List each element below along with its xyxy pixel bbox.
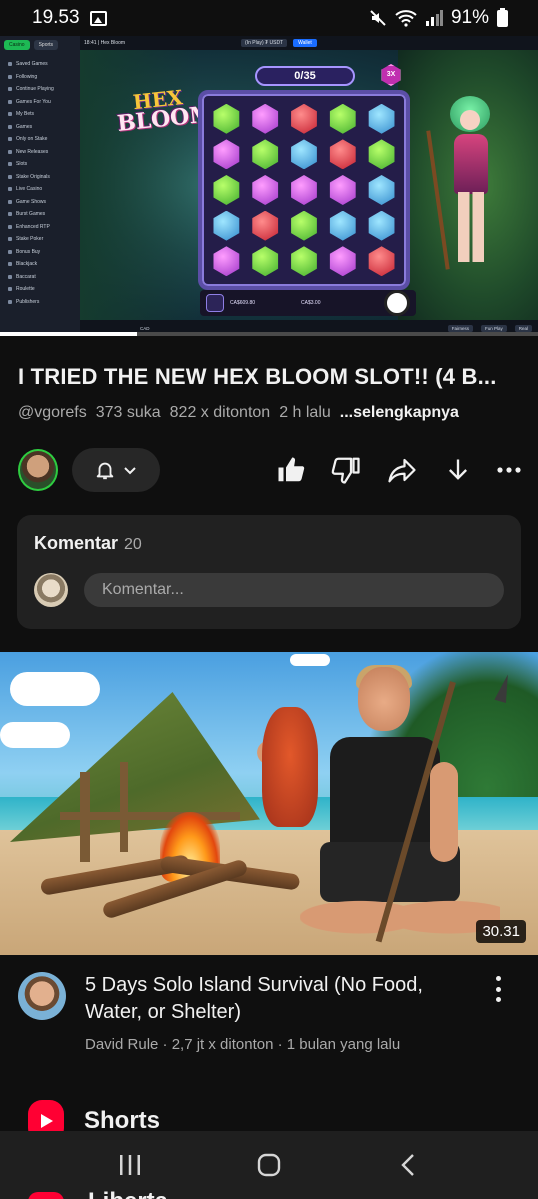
- gallery-icon: [89, 10, 107, 26]
- dislike-icon: [332, 457, 361, 484]
- download-button[interactable]: [439, 450, 477, 490]
- more-icon: [497, 467, 521, 473]
- stream-topbar: 18:41 | Hex Bloom (In Play) ₮ USDT Walle…: [80, 36, 538, 50]
- video-progress-bar[interactable]: [0, 332, 538, 336]
- view-count: 822 x ditonton: [169, 404, 271, 421]
- like-icon: [278, 457, 305, 482]
- sidebar-item: Following: [4, 71, 76, 84]
- stream-wallet: (In Play) ₮ USDT: [241, 39, 288, 47]
- like-button[interactable]: [272, 450, 310, 490]
- stream-wallet-button: Wallet: [293, 39, 317, 47]
- reel-grid: [198, 90, 410, 290]
- comments-count: 20: [124, 536, 142, 553]
- real-play-button: Real: [514, 324, 532, 332]
- coin-icon: [206, 294, 224, 312]
- next-video-thumbnail[interactable]: 30.31: [0, 652, 538, 955]
- recent-apps-button[interactable]: [100, 1140, 160, 1190]
- slot-controls: CA$609.80 CA$3.00: [200, 290, 416, 316]
- battery-icon: [497, 7, 508, 27]
- sidebar-item: My Bets: [4, 108, 76, 121]
- next-video-meta: David Rule · 2,7 jt x ditonton · 1 bulan…: [85, 1036, 401, 1053]
- like-count: 373 suka: [95, 404, 161, 421]
- next-video-channel-avatar[interactable]: [18, 972, 66, 1020]
- sidebar-item: Bonus Buy: [4, 246, 76, 259]
- video-player[interactable]: Casino Sports Saved Games Following Cont…: [0, 36, 538, 336]
- stream-sidebar: Casino Sports Saved Games Following Cont…: [0, 36, 80, 336]
- sidebar-item: Enhanced RTP: [4, 221, 76, 234]
- balance-value: CA$609.80: [230, 300, 256, 306]
- sidebar-item: Continue Playing: [4, 83, 76, 96]
- video-meta[interactable]: @vgorefs 373 suka 822 x ditonton 2 h lal…: [18, 404, 459, 422]
- sidebar-item: Saved Games: [4, 58, 76, 71]
- sidebar-item: Only on Stake: [4, 133, 76, 146]
- channel-handle: @vgorefs: [18, 404, 87, 421]
- status-bar: 19.53 91%: [0, 0, 538, 36]
- video-duration: 30.31: [476, 920, 526, 943]
- show-more-link[interactable]: ...selengkapnya: [340, 404, 459, 422]
- subscribe-bell-button[interactable]: [71, 448, 161, 492]
- sidebar-item: Games: [4, 121, 76, 134]
- home-button[interactable]: [239, 1140, 299, 1190]
- status-time: 19.53: [32, 7, 80, 28]
- more-actions-button[interactable]: [490, 450, 528, 490]
- sidebar-item: Burst Games: [4, 208, 76, 221]
- collect-counter: 0/35: [255, 66, 355, 86]
- comments-card[interactable]: Komentar 20 Komentar...: [17, 515, 521, 629]
- android-nav-bar: [0, 1131, 538, 1199]
- comments-header: Komentar: [34, 533, 119, 553]
- recent-apps-icon: [119, 1155, 140, 1175]
- sidebar-item: Blackjack: [4, 258, 76, 271]
- currency-label: CAD: [140, 325, 150, 331]
- user-avatar: [34, 573, 68, 607]
- next-section-label: Liberta: [88, 1190, 168, 1199]
- mute-icon: [370, 10, 386, 26]
- sidebar-item: Stake Poker: [4, 233, 76, 246]
- next-video-menu-button[interactable]: [488, 972, 508, 1006]
- sidebar-item: Slots: [4, 158, 76, 171]
- sidebar-item: Publishers: [4, 296, 76, 309]
- download-icon: [448, 459, 467, 480]
- sidebar-item: Roulette: [4, 283, 76, 296]
- share-icon: [388, 458, 416, 483]
- video-title[interactable]: I TRIED THE NEW HEX BLOOM SLOT!! (4 B...: [18, 364, 528, 390]
- next-section-peek: Liberta: [28, 1190, 178, 1199]
- progress-fill: [0, 332, 138, 336]
- next-video-title[interactable]: 5 Days Solo Island Survival (No Food, Wa…: [85, 972, 475, 1026]
- sidebar-tab-sports: Sports: [33, 40, 59, 50]
- share-button[interactable]: [383, 450, 421, 490]
- comment-input[interactable]: Komentar...: [84, 573, 504, 607]
- back-icon: [401, 1154, 415, 1176]
- bell-icon: [96, 462, 114, 480]
- channel-avatar[interactable]: [18, 449, 58, 491]
- upload-age: 2 h lalu: [279, 404, 331, 421]
- dislike-button[interactable]: [328, 450, 366, 490]
- sidebar-item: New Releases: [4, 146, 76, 159]
- stream-title: 18:41 | Hex Bloom: [84, 40, 126, 46]
- spin-icon: [384, 290, 410, 316]
- battery-percent: 91%: [450, 7, 489, 28]
- home-icon: [257, 1153, 281, 1177]
- wifi-icon: [395, 10, 417, 27]
- slot-game-scene: HEX BLOOM 0/35 3X CA$609.80 CA$3.00: [80, 50, 538, 320]
- action-row: [18, 448, 528, 492]
- fairness-button: Fairness: [447, 324, 473, 332]
- sidebar-item: Live Casino: [4, 183, 76, 196]
- chevron-down-icon: [124, 467, 136, 475]
- game-character: [426, 96, 512, 276]
- sidebar-item: Games For You: [4, 96, 76, 109]
- sidebar-tab-casino: Casino: [4, 40, 30, 50]
- back-button[interactable]: [378, 1140, 438, 1190]
- sidebar-item: Game Shows: [4, 196, 76, 209]
- sidebar-item: Stake Originals: [4, 171, 76, 184]
- bet-value: CA$3.00: [301, 300, 321, 306]
- signal-icon: [425, 10, 443, 26]
- sidebar-item: Baccarat: [4, 271, 76, 284]
- fun-play-button: Fun Play: [480, 324, 507, 332]
